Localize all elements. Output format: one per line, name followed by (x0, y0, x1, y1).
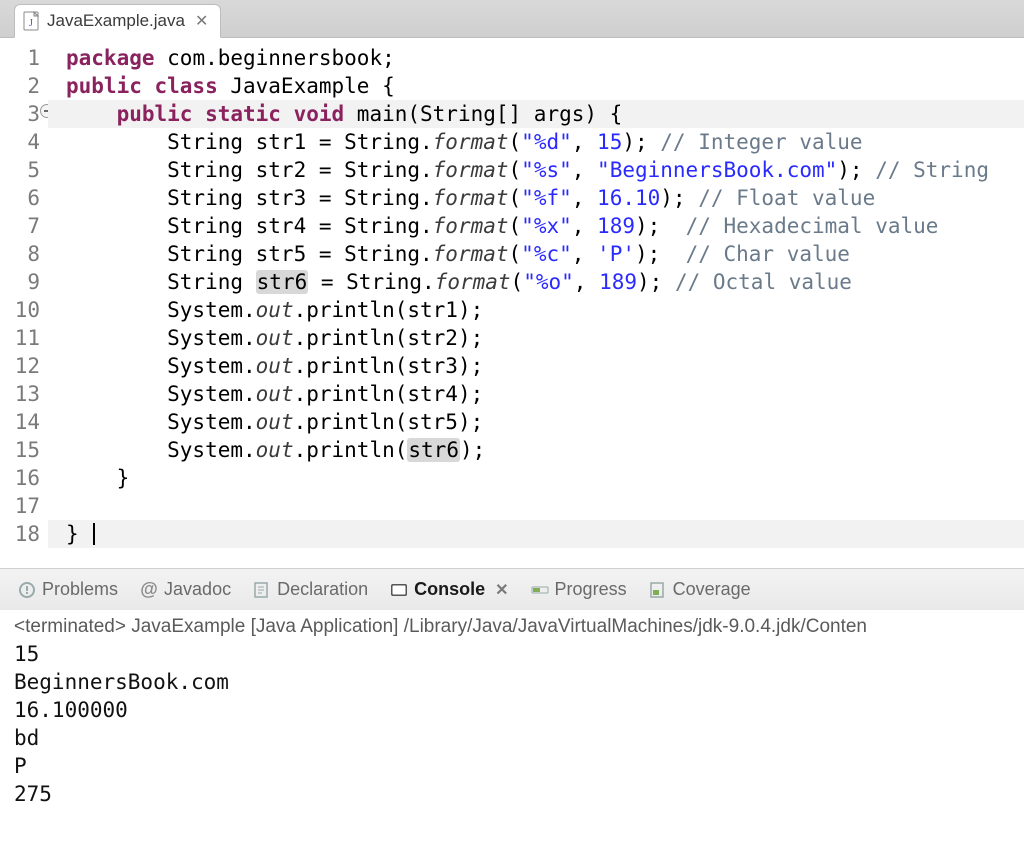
bottom-views-tab-bar: Problems @ Javadoc Declaration Console ✕ Progr… (0, 568, 1024, 610)
code-line: public static void main(String[] args) { (48, 100, 1024, 128)
view-tab-label: Javadoc (164, 579, 231, 600)
line-number: 9 (0, 268, 40, 296)
code-line: package com.beginnersbook; (66, 44, 1024, 72)
view-tab-label: Declaration (277, 579, 368, 600)
code-line: System.out.println(str6); (66, 436, 1024, 464)
code-line: } (66, 464, 1024, 492)
line-number: 5 (0, 156, 40, 184)
close-icon[interactable]: ✕ (495, 580, 508, 600)
console-view: <terminated> JavaExample [Java Applicati… (0, 610, 1024, 808)
declaration-icon (253, 581, 271, 599)
view-tab-label: Problems (42, 579, 118, 600)
view-tab-javadoc[interactable]: @ Javadoc (140, 579, 231, 600)
code-line: String str6 = String.format("%o", 189); … (66, 268, 1024, 296)
line-number: 14 (0, 408, 40, 436)
editor-tab-bar: J JavaExample.java ✕ (0, 0, 1024, 38)
code-line: String str1 = String.format("%d", 15); /… (66, 128, 1024, 156)
progress-icon (531, 581, 549, 599)
line-number: 1 (0, 44, 40, 72)
code-line: System.out.println(str3); (66, 352, 1024, 380)
coverage-icon (649, 581, 667, 599)
line-number: 10 (0, 296, 40, 324)
javadoc-icon: @ (140, 581, 158, 599)
view-tab-label: Console (414, 579, 485, 600)
line-number: 12 (0, 352, 40, 380)
console-output[interactable]: 15 BeginnersBook.com 16.100000 bd P 275 (14, 638, 1010, 808)
code-line: System.out.println(str4); (66, 380, 1024, 408)
code-area[interactable]: package com.beginnersbook;public class J… (48, 38, 1024, 568)
line-number: 17 (0, 492, 40, 520)
line-number: 3 (0, 100, 40, 128)
code-line: String str3 = String.format("%f", 16.10)… (66, 184, 1024, 212)
code-line: System.out.println(str1); (66, 296, 1024, 324)
line-number: 7 (0, 212, 40, 240)
line-number: 2 (0, 72, 40, 100)
console-icon (390, 581, 408, 599)
view-tab-declaration[interactable]: Declaration (253, 579, 368, 600)
line-number: 8 (0, 240, 40, 268)
view-tab-label: Coverage (673, 579, 751, 600)
code-line: } (48, 520, 1024, 548)
svg-text:J: J (29, 18, 33, 29)
code-line: String str4 = String.format("%x", 189); … (66, 212, 1024, 240)
code-line: System.out.println(str2); (66, 324, 1024, 352)
line-number: 6 (0, 184, 40, 212)
view-tab-coverage[interactable]: Coverage (649, 579, 751, 600)
code-line: public class JavaExample { (66, 72, 1024, 100)
console-run-header: <terminated> JavaExample [Java Applicati… (14, 616, 1010, 638)
line-number: 15 (0, 436, 40, 464)
view-tab-console[interactable]: Console ✕ (390, 579, 508, 600)
line-number: 16 (0, 464, 40, 492)
line-number: 4 (0, 128, 40, 156)
line-number: 11 (0, 324, 40, 352)
view-tab-label: Progress (555, 579, 627, 600)
line-number: 18 (0, 520, 40, 548)
code-line: String str2 = String.format("%s", "Begin… (66, 156, 1024, 184)
editor-tab-filename: JavaExample.java (47, 11, 185, 31)
line-number-gutter: 123456789101112131415161718 (0, 38, 48, 568)
problems-icon (18, 581, 36, 599)
code-line: String str5 = String.format("%c", 'P'); … (66, 240, 1024, 268)
editor-tab[interactable]: J JavaExample.java ✕ (14, 4, 221, 38)
view-tab-problems[interactable]: Problems (18, 579, 118, 600)
line-number: 13 (0, 380, 40, 408)
code-line (66, 492, 1024, 520)
code-editor[interactable]: 123456789101112131415161718 package com.… (0, 38, 1024, 568)
close-icon[interactable]: ✕ (191, 11, 208, 31)
view-tab-progress[interactable]: Progress (531, 579, 627, 600)
code-line: System.out.println(str5); (66, 408, 1024, 436)
java-file-icon: J (23, 11, 41, 31)
